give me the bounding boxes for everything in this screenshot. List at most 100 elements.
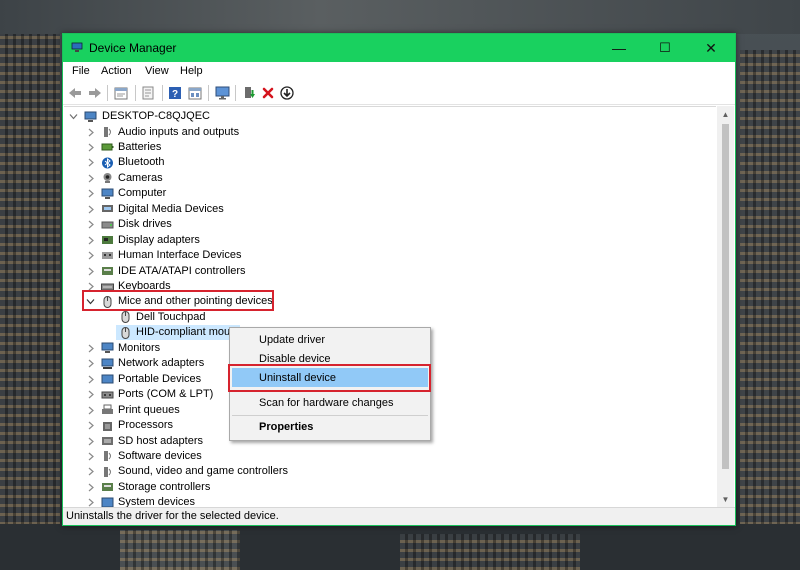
menu-scan-hardware[interactable]: Scan for hardware changes <box>259 397 394 409</box>
tree-category-storage-controllers[interactable]: Storage controllers <box>64 480 704 495</box>
collapse-arrow-icon[interactable] <box>69 112 78 121</box>
menu-properties[interactable]: Properties <box>259 421 313 433</box>
uninstall-x-icon[interactable] <box>260 85 276 101</box>
tree-category-batteries[interactable]: Batteries <box>64 140 704 155</box>
menu-view[interactable]: View <box>145 65 169 77</box>
view-icon[interactable] <box>187 85 203 101</box>
tree-label: Storage controllers <box>118 480 211 493</box>
tree-label: Dell Touchpad <box>136 310 206 323</box>
expand-arrow-icon[interactable] <box>86 498 95 507</box>
expand-arrow-icon[interactable] <box>86 220 95 229</box>
monitors-icon <box>101 342 114 354</box>
properties-icon[interactable] <box>113 85 129 101</box>
monitor-icon[interactable] <box>214 85 230 101</box>
sound-video-and-game-controllers-icon <box>101 466 114 478</box>
tree-label: Processors <box>118 419 174 432</box>
menu-bar: File Action View Help <box>63 62 735 82</box>
tree-label: Digital Media Devices <box>118 202 224 215</box>
help-icon[interactable]: ? <box>167 85 183 101</box>
tree-label: Display adapters <box>118 233 200 246</box>
tree-category-display-adapters[interactable]: Display adapters <box>64 233 704 248</box>
title-bar[interactable]: Device Manager — ☐ ✕ <box>63 34 735 62</box>
mouse-icon <box>119 326 132 339</box>
tree-label: HID-compliant mous <box>136 326 236 339</box>
svg-text:?: ? <box>172 89 178 100</box>
expand-arrow-icon[interactable] <box>86 344 95 353</box>
menu-help[interactable]: Help <box>180 65 203 77</box>
menu-action[interactable]: Action <box>101 65 132 77</box>
tree-category-audio-inputs-and-outputs[interactable]: Audio inputs and outputs <box>64 125 704 140</box>
sd-host-adapters-icon <box>101 435 114 447</box>
tree-category-human-interface-devices[interactable]: Human Interface Devices <box>64 248 704 263</box>
digital-media-devices-icon <box>101 203 114 215</box>
expand-arrow-icon[interactable] <box>86 189 95 198</box>
menu-file[interactable]: File <box>72 65 90 77</box>
expand-arrow-icon[interactable] <box>86 174 95 183</box>
tree-label: Network adapters <box>118 357 205 370</box>
tree-category-computer[interactable]: Computer <box>64 186 704 201</box>
tree-label: Bluetooth <box>118 156 165 169</box>
maximize-button[interactable]: ☐ <box>642 34 688 62</box>
expand-arrow-icon[interactable] <box>86 143 95 152</box>
tree-category-ide-ata-atapi-controllers[interactable]: IDE ATA/ATAPI controllers <box>64 264 704 279</box>
expand-arrow-icon[interactable] <box>86 236 95 245</box>
portable-devices-icon <box>101 373 114 385</box>
expand-arrow-icon[interactable] <box>86 158 95 167</box>
tree-label: Disk drives <box>118 218 172 231</box>
mice-category-highlight <box>82 290 274 311</box>
back-icon[interactable] <box>67 85 83 101</box>
expand-arrow-icon[interactable] <box>86 251 95 260</box>
ports-com-lpt-icon <box>101 389 114 401</box>
tree-label: Print queues <box>118 403 180 416</box>
menu-update-driver[interactable]: Update driver <box>259 334 325 346</box>
software-devices-icon <box>101 450 114 462</box>
status-text: Uninstalls the driver for the selected d… <box>66 510 279 522</box>
tree-category-digital-media-devices[interactable]: Digital Media Devices <box>64 202 704 217</box>
human-interface-devices-icon <box>101 250 114 262</box>
tree-category-cameras[interactable]: Cameras <box>64 171 704 186</box>
minimize-button[interactable]: — <box>596 34 642 62</box>
mouse-icon <box>119 311 132 324</box>
scroll-thumb[interactable] <box>722 124 729 469</box>
expand-arrow-icon[interactable] <box>86 483 95 492</box>
expand-arrow-icon[interactable] <box>86 205 95 214</box>
scroll-down-icon[interactable]: ▼ <box>717 491 734 507</box>
scroll-up-icon[interactable]: ▲ <box>717 106 734 122</box>
tree-label: Computer <box>118 187 167 200</box>
status-bar: Uninstalls the driver for the selected d… <box>63 507 735 525</box>
expand-arrow-icon[interactable] <box>86 267 95 276</box>
computer-icon <box>84 111 97 123</box>
tree-category-bluetooth[interactable]: Bluetooth <box>64 155 704 170</box>
expand-arrow-icon[interactable] <box>86 406 95 415</box>
close-button[interactable]: ✕ <box>688 34 734 62</box>
expand-arrow-icon[interactable] <box>86 421 95 430</box>
expand-arrow-icon[interactable] <box>86 467 95 476</box>
storage-controllers-icon <box>101 481 114 493</box>
forward-icon[interactable] <box>87 85 103 101</box>
expand-arrow-icon[interactable] <box>86 437 95 446</box>
expand-arrow-icon[interactable] <box>86 359 95 368</box>
audio-inputs-and-outputs-icon <box>101 126 114 138</box>
download-driver-icon[interactable] <box>279 85 295 101</box>
expand-arrow-icon[interactable] <box>86 452 95 461</box>
tree-root[interactable]: DESKTOP-C8QJQEC <box>64 109 704 124</box>
expand-arrow-icon[interactable] <box>86 390 95 399</box>
tree-label: Ports (COM & LPT) <box>118 388 214 401</box>
uninstall-highlight <box>228 364 431 392</box>
expand-arrow-icon[interactable] <box>86 128 95 137</box>
tree-category-software-devices[interactable]: Software devices <box>64 449 704 464</box>
tree-category-sound-video-and-game-controllers[interactable]: Sound, video and game controllers <box>64 464 704 479</box>
menu-separator <box>232 415 428 416</box>
tree-label: Cameras <box>118 171 163 184</box>
device-manager-window: Device Manager — ☐ ✕ File Action View He… <box>62 33 736 526</box>
enable-device-icon[interactable] <box>241 85 257 101</box>
vertical-scrollbar[interactable]: ▲ ▼ <box>717 106 734 507</box>
processors-icon <box>101 420 114 432</box>
window-title: Device Manager <box>89 41 177 55</box>
update-icon[interactable] <box>140 85 156 101</box>
tree-label: Monitors <box>118 341 161 354</box>
tree-item-dell-touchpad[interactable]: Dell Touchpad <box>64 310 704 325</box>
cameras-icon <box>101 172 114 184</box>
expand-arrow-icon[interactable] <box>86 375 95 384</box>
tree-category-disk-drives[interactable]: Disk drives <box>64 217 704 232</box>
